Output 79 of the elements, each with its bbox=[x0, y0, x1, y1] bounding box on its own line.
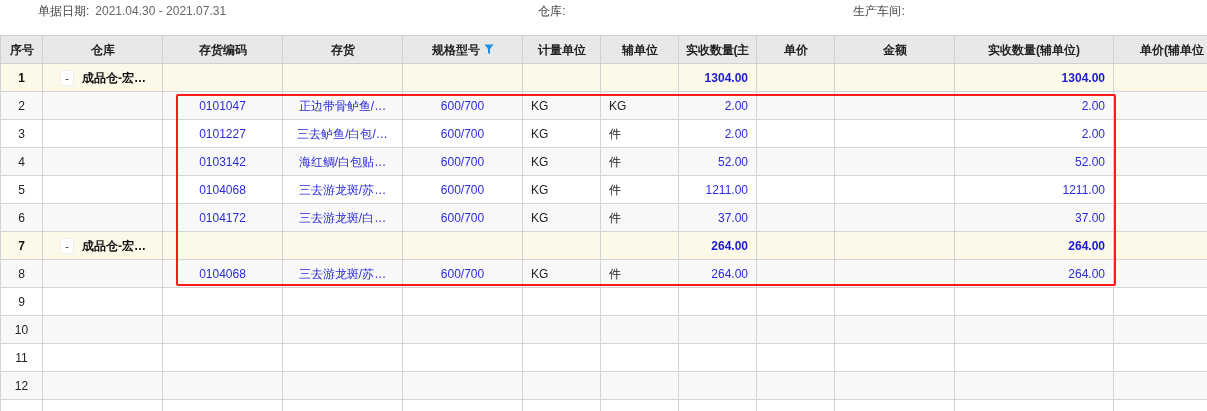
table-cell: 2.00 bbox=[954, 91, 1114, 120]
column-header[interactable]: 计量单位 bbox=[522, 35, 601, 64]
column-header[interactable]: 辅单位 bbox=[600, 35, 679, 64]
column-header[interactable]: 序号 bbox=[0, 35, 43, 64]
table-cell: 600/700 bbox=[402, 119, 523, 148]
table-cell: KG bbox=[600, 91, 679, 120]
table-cell: 0103142 bbox=[162, 147, 283, 176]
table-cell: 三去鲈鱼/白包/… bbox=[282, 119, 403, 148]
row-number: 10 bbox=[0, 315, 43, 344]
table-cell: 件 bbox=[600, 147, 679, 176]
table-cell: 三去游龙斑/苏… bbox=[282, 175, 403, 204]
table-cell: 264.00 bbox=[678, 259, 757, 288]
column-header[interactable]: 仓库 bbox=[42, 35, 163, 64]
row-number: 6 bbox=[0, 203, 43, 232]
table-cell: KG bbox=[522, 147, 601, 176]
table-cell: 三去游龙斑/白… bbox=[282, 203, 403, 232]
row-number: 1 bbox=[0, 63, 43, 92]
row-number: 7 bbox=[0, 231, 43, 260]
row-number: 2 bbox=[0, 91, 43, 120]
collapse-toggle[interactable]: - bbox=[60, 69, 74, 86]
table-cell: 1211.00 bbox=[678, 175, 757, 204]
filter-label: 生产车间: bbox=[853, 3, 905, 20]
table-cell: 0104172 bbox=[162, 203, 283, 232]
collapse-toggle[interactable]: - bbox=[60, 237, 74, 254]
table-cell: 52.00 bbox=[678, 147, 757, 176]
filter-label: 仓库: bbox=[538, 3, 566, 20]
table-cell: 600/700 bbox=[402, 259, 523, 288]
table-cell: KG bbox=[522, 119, 601, 148]
table-cell: 2.00 bbox=[678, 119, 757, 148]
table-cell: 600/700 bbox=[402, 91, 523, 120]
column-header[interactable]: 存货 bbox=[282, 35, 403, 64]
row-number: 3 bbox=[0, 119, 43, 148]
column-header[interactable]: 实收数量(辅单位) bbox=[954, 35, 1114, 64]
table-cell: 600/700 bbox=[402, 175, 523, 204]
row-number: 12 bbox=[0, 371, 43, 400]
table-cell: KG bbox=[522, 203, 601, 232]
row-number: 8 bbox=[0, 259, 43, 288]
filter-icon[interactable] bbox=[483, 43, 494, 55]
table-cell: KG bbox=[522, 175, 601, 204]
row-number: 5 bbox=[0, 175, 43, 204]
column-header[interactable]: 实收数量(主 bbox=[678, 35, 757, 64]
table-cell: 件 bbox=[600, 119, 679, 148]
table-cell: 600/700 bbox=[402, 147, 523, 176]
table-cell: KG bbox=[522, 259, 601, 288]
table-cell: 52.00 bbox=[954, 147, 1114, 176]
warehouse-name: 成品仓-宏… bbox=[82, 238, 146, 253]
table-cell: 37.00 bbox=[954, 203, 1114, 232]
table-cell: 0104068 bbox=[162, 175, 283, 204]
table-cell: 37.00 bbox=[678, 203, 757, 232]
table-cell: 0101227 bbox=[162, 119, 283, 148]
table-cell: 1304.00 bbox=[678, 63, 757, 92]
table-cell: 264.00 bbox=[954, 259, 1114, 288]
table-cell: 件 bbox=[600, 203, 679, 232]
table-cell: 正边带骨鲈鱼/… bbox=[282, 91, 403, 120]
column-header[interactable]: 单价 bbox=[756, 35, 835, 64]
row-number: 4 bbox=[0, 147, 43, 176]
table-cell: 264.00 bbox=[954, 231, 1114, 260]
table-cell: 264.00 bbox=[678, 231, 757, 260]
table-cell: 三去游龙斑/苏… bbox=[282, 259, 403, 288]
row-number: 11 bbox=[0, 343, 43, 372]
table-cell: 2.00 bbox=[678, 91, 757, 120]
table-cell: 0104068 bbox=[162, 259, 283, 288]
column-header[interactable]: 存货编码 bbox=[162, 35, 283, 64]
filter-label: 单据日期: bbox=[38, 3, 90, 20]
column-header[interactable]: 金额 bbox=[834, 35, 955, 64]
table-cell: 1304.00 bbox=[954, 63, 1114, 92]
table-cell: 件 bbox=[600, 259, 679, 288]
warehouse-name: 成品仓-宏… bbox=[82, 70, 146, 85]
table-cell: 海红鲷/白包贴… bbox=[282, 147, 403, 176]
column-header[interactable]: 单价(辅单位 bbox=[1113, 35, 1207, 64]
table-cell: 件 bbox=[600, 175, 679, 204]
row-number: 9 bbox=[0, 287, 43, 316]
table-cell: 0101047 bbox=[162, 91, 283, 120]
table-cell: 2.00 bbox=[954, 119, 1114, 148]
table-cell: 1211.00 bbox=[954, 175, 1114, 204]
filter-value: 2021.04.30 - 2021.07.31 bbox=[95, 3, 227, 20]
column-header[interactable]: 规格型号 bbox=[402, 35, 523, 64]
table-cell: 600/700 bbox=[402, 203, 523, 232]
table-cell: KG bbox=[522, 91, 601, 120]
